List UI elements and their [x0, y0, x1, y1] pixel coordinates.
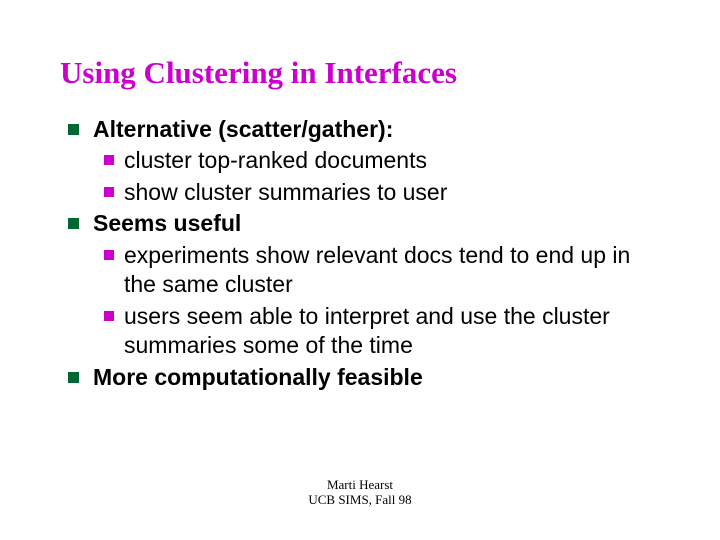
bullet-text: Alternative (scatter/gather): — [93, 115, 393, 144]
bullet-text: cluster top-ranked documents — [124, 146, 427, 175]
sub-list: cluster top-ranked documents show cluste… — [68, 146, 660, 207]
list-item: experiments show relevant docs tend to e… — [104, 241, 660, 300]
bullet-text: users seem able to interpret and use the… — [124, 302, 660, 361]
square-bullet-icon — [68, 372, 79, 383]
list-item: show cluster summaries to user — [104, 178, 660, 207]
square-bullet-icon — [104, 250, 114, 260]
square-bullet-icon — [68, 124, 79, 135]
square-bullet-icon — [104, 311, 114, 321]
slide-title: Using Clustering in Interfaces — [60, 55, 660, 91]
square-bullet-icon — [68, 218, 79, 229]
list-item: More computationally feasible — [68, 363, 660, 392]
bullet-text: experiments show relevant docs tend to e… — [124, 241, 660, 300]
list-item: Seems useful — [68, 209, 660, 238]
list-item: cluster top-ranked documents — [104, 146, 660, 175]
square-bullet-icon — [104, 187, 114, 197]
list-item: Alternative (scatter/gather): — [68, 115, 660, 144]
bullet-text: More computationally feasible — [93, 363, 423, 392]
list-item: users seem able to interpret and use the… — [104, 302, 660, 361]
bullet-list: Alternative (scatter/gather): cluster to… — [60, 115, 660, 392]
square-bullet-icon — [104, 155, 114, 165]
bullet-text: show cluster summaries to user — [124, 178, 447, 207]
footer-line: UCB SIMS, Fall 98 — [0, 492, 720, 508]
bullet-text: Seems useful — [93, 209, 241, 238]
slide-footer: Marti Hearst UCB SIMS, Fall 98 — [0, 477, 720, 508]
sub-list: experiments show relevant docs tend to e… — [68, 241, 660, 361]
footer-line: Marti Hearst — [0, 477, 720, 493]
